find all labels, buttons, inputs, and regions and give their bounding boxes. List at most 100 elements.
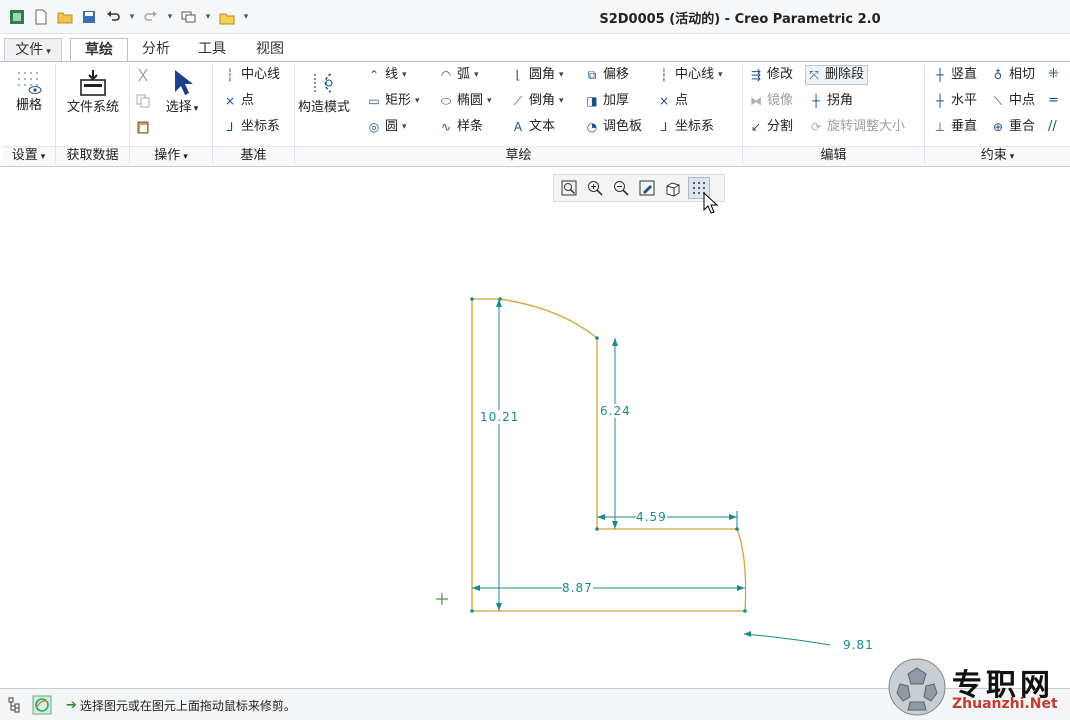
palette-button[interactable]: ◔ 调色板 <box>584 117 642 137</box>
select-label: 选择 <box>165 100 192 115</box>
sketch-graphics <box>436 297 831 646</box>
circle-button[interactable]: ◎ 圆 ▾ <box>366 117 407 137</box>
datum-csys-button[interactable]: ⅃ 坐标系 <box>222 117 280 137</box>
model-tree-toggle-icon[interactable] <box>8 697 24 717</box>
save-icon[interactable] <box>80 8 98 26</box>
group-label-getdata: 获取数据 <box>56 146 129 166</box>
tab-analysis[interactable]: 分析 <box>130 38 182 62</box>
datum-centerline-button[interactable]: ┆ 中心线 <box>222 65 280 85</box>
spline-icon: ∿ <box>440 120 452 134</box>
copy-icon[interactable] <box>136 94 150 108</box>
thicken-button[interactable]: ◨ 加厚 <box>584 91 629 111</box>
group-label-operations[interactable]: 操作 ▾ <box>130 146 212 166</box>
line-button[interactable]: ⌃ 线 ▾ <box>366 65 407 85</box>
undo-dropdown-icon[interactable]: ▾ <box>128 12 136 22</box>
rotate-resize-button[interactable]: ⟳ 旋转调整大小 <box>808 117 905 137</box>
select-button[interactable]: 选择 ▾ <box>156 68 208 117</box>
dimension-inner-height[interactable]: 6.24 <box>600 404 631 418</box>
delete-segment-button[interactable]: ⤧ 删除段 <box>805 65 869 85</box>
sketch-centerline-button[interactable]: ┆ 中心线 ▾ <box>656 65 722 85</box>
midpoint-constraint-button[interactable]: ⟍ 中点 <box>990 91 1035 111</box>
arc-icon: ◠ <box>440 68 452 82</box>
sketch-csys-button[interactable]: ⅃ 坐标系 <box>656 117 714 137</box>
tab-view[interactable]: 视图 <box>244 38 296 62</box>
file-system-icon <box>80 70 106 96</box>
mirror-icon: ⧓ <box>750 94 762 108</box>
chamfer-button[interactable]: ⟋ 倒角 ▾ <box>510 91 564 111</box>
grid-icon <box>18 72 42 94</box>
circle-icon: ◎ <box>368 120 380 134</box>
status-arrow-icon: ➔ <box>66 698 77 713</box>
sketch-profile <box>471 298 747 612</box>
coincident-icon: ⊕ <box>992 120 1004 134</box>
tab-file[interactable]: 文件 ▾ <box>4 38 62 62</box>
palette-icon: ◔ <box>586 120 598 134</box>
parallel-icon[interactable]: // <box>1048 119 1057 134</box>
ribbon: 栅格 文件系统 选择 ▾ ┆ 中心线 × 点 ⅃ 坐标系 构造模式 ⌃ 线 ▾ … <box>0 61 1070 167</box>
sketch-origin-icon <box>436 593 448 605</box>
delete-segment-icon: ⤧ <box>809 68 819 82</box>
divide-button[interactable]: ↙ 分割 <box>748 117 793 137</box>
text-button[interactable]: A 文本 <box>510 117 555 137</box>
fillet-icon: ⌊ <box>515 68 521 82</box>
open-folder-icon[interactable] <box>56 8 74 26</box>
mirror-button[interactable]: ⧓ 镜像 <box>748 91 793 111</box>
group-label-setup[interactable]: 设置 ▾ <box>2 146 55 166</box>
coincident-constraint-button[interactable]: ⊕ 重合 <box>990 117 1035 137</box>
datum-point-button[interactable]: × 点 <box>222 91 254 111</box>
line-icon: ⌃ <box>368 68 380 82</box>
sketch-vertices <box>470 297 747 613</box>
new-file-icon[interactable] <box>32 8 50 26</box>
file-system-button[interactable]: 文件系统 <box>62 68 124 115</box>
midpoint-icon: ⟍ <box>993 94 1003 108</box>
close-window-icon[interactable] <box>218 8 236 26</box>
offset-button[interactable]: ⧉ 偏移 <box>584 65 629 85</box>
rectangle-button[interactable]: ▭ 矩形 ▾ <box>366 91 419 111</box>
thicken-icon: ◨ <box>586 94 598 108</box>
sketch-point-button[interactable]: × 点 <box>656 91 688 111</box>
perpendicular-constraint-button[interactable]: ⊥ 垂直 <box>932 117 977 137</box>
grid-button[interactable]: 栅格 <box>6 68 52 113</box>
modify-button[interactable]: ⇶ 修改 <box>748 65 793 85</box>
browser-toggle-icon[interactable] <box>32 695 52 719</box>
tangent-constraint-button[interactable]: ♁ 相切 <box>990 65 1035 85</box>
csys-icon: ⅃ <box>226 120 234 134</box>
perpendicular-icon: ⊥ <box>934 120 946 134</box>
tab-sketch[interactable]: 草绘 <box>70 38 128 62</box>
customize-qat-icon[interactable]: ▾ <box>242 12 250 22</box>
group-label-constrain[interactable]: 约束 ▾ <box>925 146 1070 166</box>
dimension-left-height[interactable]: 10.21 <box>480 410 520 424</box>
dimension-lines <box>472 299 831 646</box>
paste-icon[interactable] <box>136 120 150 134</box>
equal-icon[interactable]: = <box>1048 93 1059 108</box>
redo-icon[interactable] <box>142 8 160 26</box>
divide-icon: ↙ <box>750 120 762 134</box>
chamfer-icon: ⟋ <box>513 94 523 108</box>
horizontal-icon: ┼ <box>936 94 944 108</box>
windows-dropdown-icon[interactable]: ▾ <box>204 12 212 22</box>
undo-icon[interactable] <box>104 8 122 26</box>
centerline-icon: ┆ <box>660 68 668 82</box>
redo-dropdown-icon[interactable]: ▾ <box>166 12 174 22</box>
vertical-constraint-button[interactable]: ┼ 竖直 <box>932 65 977 85</box>
sketch-canvas[interactable]: 10.21 6.24 4.59 8.87 9.81 <box>0 168 1070 686</box>
fillet-button[interactable]: ⌊ 圆角 ▾ <box>510 65 564 85</box>
construction-mode-icon <box>314 73 333 93</box>
cut-icon[interactable] <box>136 68 150 82</box>
horizontal-constraint-button[interactable]: ┼ 水平 <box>932 91 977 111</box>
corner-button[interactable]: ┼ 拐角 <box>808 91 853 111</box>
ellipse-button[interactable]: ⬭ 椭圆 ▾ <box>438 91 492 111</box>
window-title: S2D0005 (活动的) - Creo Parametric 2.0 <box>599 12 881 27</box>
arc-button[interactable]: ◠ 弧 ▾ <box>438 65 479 85</box>
spline-button[interactable]: ∿ 样条 <box>438 117 483 137</box>
dimension-inner-width[interactable]: 4.59 <box>636 510 667 524</box>
symmetric-icon[interactable]: ⁜ <box>1048 67 1059 82</box>
app-logo-icon[interactable] <box>8 8 26 26</box>
dimension-base-width[interactable]: 8.87 <box>562 581 593 595</box>
construction-mode-button[interactable]: 构造模式 <box>298 68 350 115</box>
windows-icon[interactable] <box>180 8 198 26</box>
dimension-leader-value[interactable]: 9.81 <box>843 638 874 652</box>
tab-tools[interactable]: 工具 <box>186 38 238 62</box>
point-x-icon: × <box>658 94 670 108</box>
rotate-resize-icon: ⟳ <box>810 120 822 134</box>
